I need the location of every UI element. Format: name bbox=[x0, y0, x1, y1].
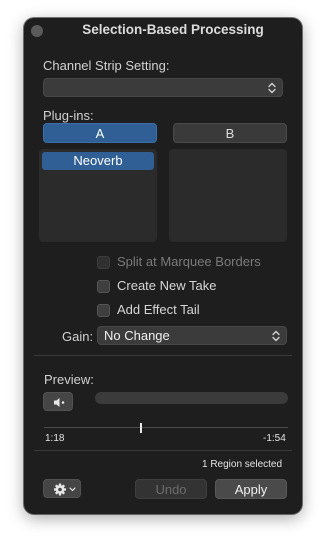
gain-select[interactable]: No Change bbox=[97, 326, 287, 345]
processing-window: Selection-Based Processing Channel Strip… bbox=[24, 18, 302, 514]
separator bbox=[34, 450, 292, 451]
plugin-item-neoverb[interactable]: Neoverb bbox=[42, 152, 154, 170]
end-time: -1:54 bbox=[263, 433, 286, 444]
tab-plugins-a[interactable]: A bbox=[43, 123, 157, 143]
undo-button[interactable]: Undo bbox=[135, 479, 207, 499]
tab-plugins-b[interactable]: B bbox=[173, 123, 287, 143]
apply-button[interactable]: Apply bbox=[215, 479, 287, 499]
separator bbox=[34, 355, 292, 356]
window-title: Selection-Based Processing bbox=[82, 22, 264, 37]
preview-playhead[interactable] bbox=[140, 423, 142, 433]
title-bar: Selection-Based Processing bbox=[24, 18, 302, 44]
create-take-checkbox[interactable] bbox=[97, 280, 110, 293]
create-take-label: Create New Take bbox=[117, 278, 217, 293]
start-time: 1:18 bbox=[45, 433, 65, 444]
channel-strip-label: Channel Strip Setting: bbox=[43, 58, 170, 73]
preview-timeline[interactable] bbox=[44, 427, 288, 428]
split-marquee-checkbox bbox=[97, 256, 110, 269]
updown-chevron-icon bbox=[268, 82, 276, 94]
effect-tail-label: Add Effect Tail bbox=[117, 302, 200, 317]
preview-progress-bar[interactable] bbox=[95, 392, 288, 404]
selection-status: 1 Region selected bbox=[202, 459, 283, 470]
gain-value: No Change bbox=[104, 328, 170, 343]
effect-tail-checkbox[interactable] bbox=[97, 304, 110, 317]
preview-speaker-button[interactable] bbox=[43, 392, 73, 411]
plugins-label: Plug-ins: bbox=[43, 108, 94, 123]
gear-icon bbox=[54, 483, 76, 496]
speaker-icon bbox=[54, 398, 65, 407]
updown-chevron-icon bbox=[272, 330, 280, 342]
action-menu-button[interactable] bbox=[43, 479, 81, 498]
gain-label: Gain: bbox=[62, 329, 94, 344]
channel-strip-select[interactable] bbox=[43, 78, 283, 97]
plugin-list-a[interactable]: Neoverb bbox=[39, 149, 157, 242]
close-button[interactable] bbox=[31, 25, 43, 37]
split-marquee-label: Split at Marquee Borders bbox=[117, 254, 261, 269]
preview-label: Preview: bbox=[44, 372, 94, 387]
plugin-list-b[interactable] bbox=[169, 149, 287, 242]
